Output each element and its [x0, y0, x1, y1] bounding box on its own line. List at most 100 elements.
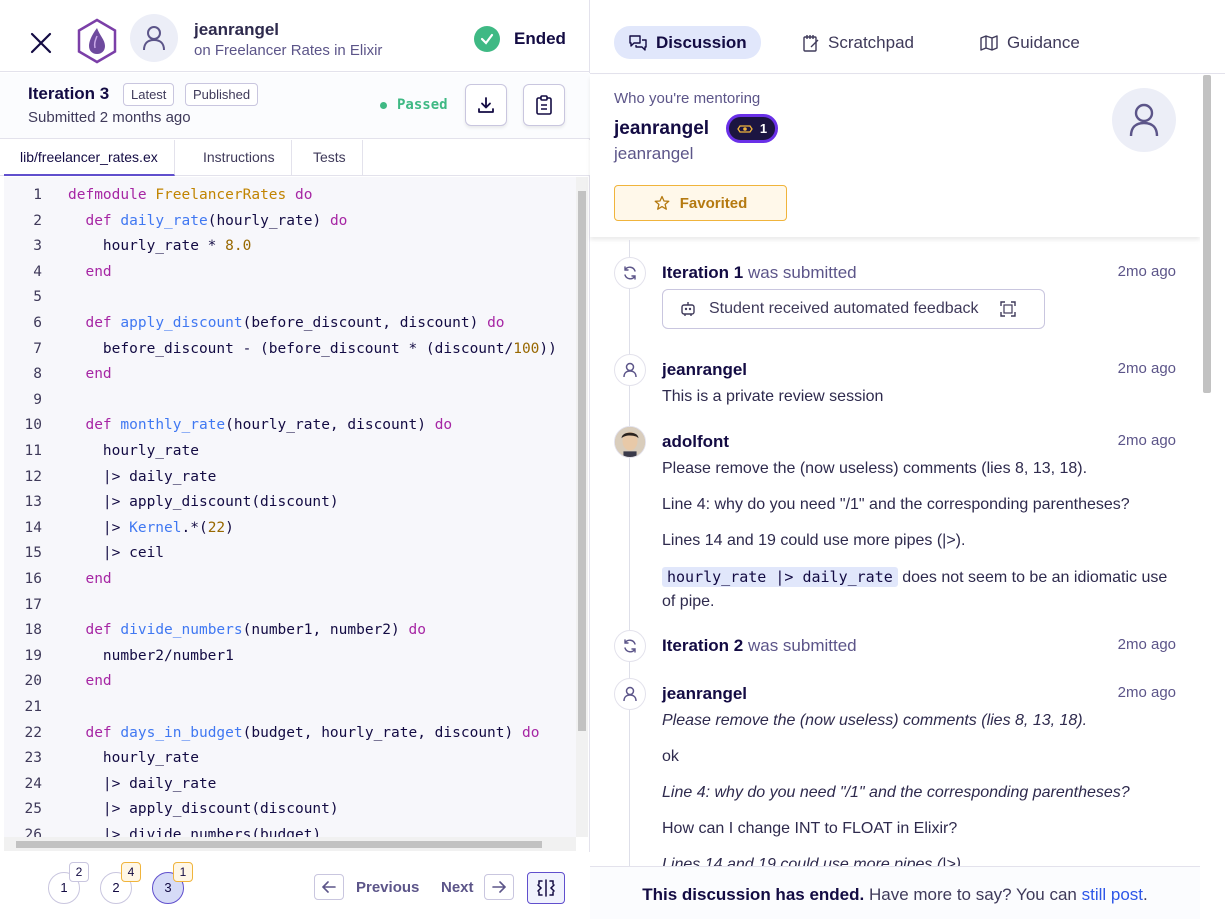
quoted-text: Please remove the (now useless) comments… — [662, 712, 1088, 729]
student-username: jeanrangel — [194, 20, 280, 39]
student-avatar — [130, 14, 178, 62]
discussion-scrollbar[interactable] — [1200, 75, 1214, 865]
code-vertical-scrollbar[interactable] — [576, 177, 588, 837]
tab-instructions[interactable]: Instructions — [187, 140, 292, 176]
comment-paragraph: How can I change INT to FLOAT in Elixir? — [662, 820, 958, 837]
iteration-title: Iteration 3 — [28, 84, 110, 103]
tab-scratchpad[interactable]: Scratchpad — [788, 26, 928, 59]
arrow-right-icon — [492, 881, 506, 893]
tab-guidance[interactable]: Guidance — [965, 26, 1094, 59]
line-number: 12 — [24, 468, 42, 485]
previous-button[interactable]: Previous — [356, 879, 419, 896]
favorited-button[interactable]: Favorited — [614, 185, 787, 221]
mentee-card: Who you're mentoring jeanrangel 1 jeanra… — [590, 75, 1200, 237]
comment-time: 2mo ago — [1117, 360, 1176, 377]
line-number: 26 — [24, 827, 42, 837]
line-number: 21 — [24, 699, 42, 715]
quoted-text: Line 4: why do you need "/1" and the cor… — [662, 784, 1130, 801]
comment-author: jeanrangel — [662, 684, 748, 703]
panel-tabs: Discussion Scratchpad Guidance — [590, 4, 1225, 74]
event-time: 2mo ago — [1117, 263, 1176, 280]
comment-count-badge: 2 — [69, 862, 89, 882]
scrollbar-thumb[interactable] — [1203, 75, 1211, 393]
still-post-link[interactable]: still post — [1082, 885, 1143, 904]
line-number: 22 — [24, 724, 42, 741]
iteration-1-event: Iteration 1 was submitted 2mo ago Studen… — [614, 257, 1184, 347]
user-icon — [1129, 103, 1159, 137]
next-button[interactable]: Next — [441, 879, 474, 896]
inline-code: hourly_rate |> daily_rate — [662, 567, 898, 587]
tab-tests[interactable]: Tests — [297, 140, 363, 176]
code-editor[interactable]: 1 defmodule FreelancerRates do 2 def dail… — [4, 177, 576, 837]
close-icon — [30, 32, 52, 54]
line-number: 23 — [24, 750, 42, 767]
download-button[interactable] — [465, 84, 507, 126]
check-circle-icon — [474, 26, 500, 52]
track-name: on Freelancer Rates in Elixir — [194, 42, 383, 59]
robot-icon — [681, 302, 695, 316]
latest-badge: Latest — [123, 83, 175, 106]
comment-author: adolfont — [662, 432, 730, 451]
status-label: Ended — [514, 29, 566, 48]
notepad-icon — [803, 34, 819, 52]
next-arrow-button[interactable] — [484, 874, 514, 900]
comment-paragraph: hourly_rate |> daily_rate does not seem … — [662, 565, 1172, 614]
chat-icon — [629, 34, 647, 51]
footer-period: . — [1143, 885, 1148, 904]
line-number: 25 — [24, 801, 42, 818]
copy-button[interactable] — [523, 84, 565, 126]
comment-count-badge: 1 — [173, 862, 193, 882]
tab-scratchpad-label: Scratchpad — [828, 32, 914, 52]
comment-post: adolfont 2mo ago Please remove the (now … — [614, 426, 1184, 626]
comment-time: 2mo ago — [1117, 684, 1176, 701]
line-number: 11 — [24, 443, 42, 459]
reputation-icon — [737, 124, 753, 133]
automated-feedback-label: Student received automated feedback — [709, 300, 979, 317]
reputation-value: 1 — [759, 121, 768, 136]
published-badge: Published — [185, 83, 259, 106]
line-number: 8 — [33, 366, 42, 383]
line-number: 20 — [24, 673, 42, 690]
tests-status-label: Passed — [397, 97, 448, 113]
line-number: 5 — [33, 289, 42, 306]
line-number: 1 — [33, 187, 42, 203]
mentee-avatar — [1112, 88, 1176, 152]
fullscreen-toggle-button[interactable] — [527, 872, 565, 904]
iteration-header: Iteration 3 Latest Published Submitted 2… — [0, 73, 590, 139]
line-number: 17 — [24, 596, 42, 613]
session-status: Ended — [474, 26, 566, 52]
clipboard-icon — [536, 95, 552, 115]
star-icon — [654, 195, 670, 210]
comment-post: jeanrangel 2mo ago This is a private rev… — [614, 354, 1184, 414]
scrollbar-thumb[interactable] — [16, 841, 542, 848]
reputation-badge: 1 — [726, 114, 778, 143]
session-header: jeanrangel on Freelancer Rates in Elixir… — [0, 4, 590, 72]
scrollbar-thumb[interactable] — [578, 191, 586, 731]
line-number: 16 — [24, 571, 42, 587]
iteration-1-heading: Iteration 1 was submitted — [662, 263, 857, 283]
elixir-icon — [77, 18, 117, 64]
close-button[interactable] — [26, 28, 56, 58]
author-avatar — [614, 426, 646, 458]
discussion-ended-footer: This discussion has ended. Have more to … — [590, 866, 1200, 919]
previous-arrow-button[interactable] — [314, 874, 344, 900]
automated-feedback-button[interactable]: Student received automated feedback — [662, 289, 1045, 329]
footer-text: Have more to say? You can — [864, 885, 1082, 904]
comment-time: 2mo ago — [1117, 432, 1176, 449]
tab-solution-file[interactable]: lib/freelancer_rates.ex — [4, 140, 175, 176]
event-time: 2mo ago — [1117, 636, 1176, 653]
track-logo — [76, 18, 118, 64]
tab-discussion[interactable]: Discussion — [614, 26, 761, 59]
user-icon — [623, 686, 637, 702]
comment-text: This is a private review session — [662, 388, 884, 405]
expand-icon — [999, 301, 1016, 317]
line-number: 14 — [24, 519, 42, 536]
iteration-1-suffix: was submitted — [743, 263, 857, 282]
tab-discussion-label: Discussion — [656, 32, 747, 52]
iteration-icon-wrap — [614, 257, 646, 289]
comment-paragraph: ok — [662, 748, 679, 765]
submitted-time: Submitted 2 months ago — [28, 109, 191, 126]
code-horizontal-scrollbar[interactable] — [4, 837, 576, 851]
comment-author: jeanrangel — [662, 360, 748, 379]
solution-panel: jeanrangel on Freelancer Rates in Elixir… — [0, 0, 590, 919]
